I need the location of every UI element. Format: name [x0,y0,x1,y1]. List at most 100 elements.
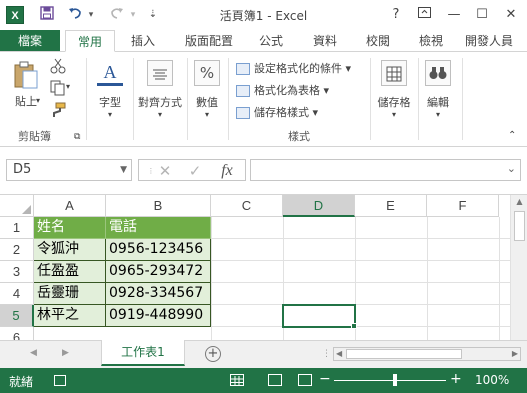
tab-formulas[interactable]: 公式 [251,30,291,52]
tab-review[interactable]: 校閱 [358,30,398,52]
zoom-slider-thumb[interactable] [393,374,397,386]
format-painter-icon[interactable] [50,102,66,118]
column-header-d[interactable]: D [283,195,355,217]
cell-a1[interactable]: 姓名 [34,217,106,239]
active-cell-d5[interactable] [282,304,356,328]
clipboard-launcher-icon[interactable]: ⧉ [74,132,80,142]
ribbon-display-options-button[interactable] [414,5,434,25]
worksheet-grid[interactable]: A B C D E F 1 2 3 4 5 6 姓名 電話 令狐沖 0956-1… [0,194,527,340]
page-break-preview-icon[interactable] [298,374,312,386]
styles-group-label: 樣式 [288,130,310,143]
scroll-left-icon[interactable]: ◀ [336,348,342,360]
row-header-6[interactable]: 6 [0,327,34,340]
formula-bar: D5 ▼ ⋮ ✕ ✓ fx ⌄ [0,147,527,189]
number-button[interactable]: % 數值 ▾ [191,60,223,119]
cut-icon[interactable] [50,58,66,74]
zoom-slider[interactable] [334,380,446,381]
enter-icon[interactable]: ✓ [183,161,207,181]
conditional-formatting-button[interactable]: 設定格式化的條件 ▾ [236,60,351,78]
chevron-down-icon: ▼ [120,165,127,175]
next-sheet-icon[interactable]: ▶ [62,348,69,358]
title-bar: X ▾ ▾ ⇣ 活頁簿1 - Excel ? — ☐ ✕ [0,0,527,30]
tab-developer[interactable]: 開發人員 [465,30,527,52]
sheet-tab-1[interactable]: 工作表1 [101,340,185,366]
page-layout-view-icon[interactable] [268,374,282,386]
insert-function-icon[interactable]: fx [215,161,239,181]
row-header-1[interactable]: 1 [0,217,34,239]
row-header-3[interactable]: 3 [0,261,34,283]
font-icon: A [97,60,123,86]
cell-a2[interactable]: 令狐沖 [34,239,106,261]
cell-b1[interactable]: 電話 [106,217,211,239]
conditional-formatting-label: 設定格式化的條件 [254,62,342,75]
column-header-f[interactable]: F [427,195,499,217]
column-header-b[interactable]: B [106,195,211,217]
normal-view-icon[interactable] [230,374,244,386]
ribbon: 貼上 ▾ ▾ 剪貼簿 ⧉ A 字型 ▾ 對齊方式 ▾ % 數值 ▾ 設定格式化的… [0,51,527,147]
cancel-icon[interactable]: ✕ [153,161,177,181]
copy-icon[interactable] [50,80,66,96]
column-header-c[interactable]: C [211,195,283,217]
cells-dropdown-icon: ▾ [391,110,396,119]
formula-input[interactable]: ⌄ [250,159,521,181]
vertical-scroll-thumb[interactable] [514,211,525,241]
tab-insert[interactable]: 插入 [122,30,164,52]
fill-handle[interactable] [351,323,357,329]
format-as-table-button[interactable]: 格式化為表格 ▾ [236,82,329,100]
cells-button[interactable]: 儲存格 ▾ [374,60,414,119]
cell-a5[interactable]: 林平之 [34,305,106,327]
alignment-icon [147,60,173,86]
tab-file[interactable]: 檔案 [0,30,60,52]
add-sheet-icon[interactable]: + [205,346,221,362]
editing-dropdown-icon: ▾ [435,110,440,119]
cell-b2[interactable]: 0956-123456 [106,239,211,261]
format-as-table-icon [236,85,250,97]
cell-b3[interactable]: 0965-293472 [106,261,211,283]
horizontal-scrollbar[interactable]: ◀ ▶ [333,347,521,361]
alignment-button[interactable]: 對齊方式 ▾ [136,60,184,119]
tab-split-grip-icon[interactable]: ⋮ [322,349,331,359]
editing-button[interactable]: 編輯 ▾ [422,60,454,119]
tab-page-layout[interactable]: 版面配置 [178,30,240,52]
scroll-right-icon[interactable]: ▶ [512,348,518,360]
zoom-level[interactable]: 100% [475,373,509,387]
tab-view[interactable]: 檢視 [411,30,451,52]
cell-a3[interactable]: 任盈盈 [34,261,106,283]
column-header-a[interactable]: A [34,195,106,217]
expand-formula-bar-icon[interactable]: ⌄ [507,162,516,175]
conditional-formatting-icon [236,63,250,75]
zoom-in-button[interactable]: + [450,371,462,387]
collapse-ribbon-icon[interactable]: ⌃ [508,130,516,141]
status-ready: 就緒 [9,375,34,389]
zoom-out-button[interactable]: − [319,371,331,387]
previous-sheet-icon[interactable]: ◀ [30,348,37,358]
name-box[interactable]: D5 ▼ [6,159,132,181]
horizontal-scroll-thumb[interactable] [346,349,462,359]
scroll-up-icon[interactable]: ▲ [511,197,527,206]
tab-data[interactable]: 資料 [305,30,345,52]
percent-icon: % [194,60,220,86]
row-header-4[interactable]: 4 [0,283,34,305]
number-label: 數值 [196,96,218,109]
minimize-button[interactable]: — [444,5,464,25]
row-header-2[interactable]: 2 [0,239,34,261]
copy-dropdown-icon[interactable]: ▾ [66,82,70,91]
row-header-5[interactable]: 5 [0,305,34,327]
close-button[interactable]: ✕ [501,5,521,25]
font-button[interactable]: A 字型 ▾ [94,60,126,119]
format-as-table-label: 格式化為表格 [254,84,320,97]
cell-a4[interactable]: 岳靈珊 [34,283,106,305]
cell-b4[interactable]: 0928-334567 [106,283,211,305]
cell-b5[interactable]: 0919-448990 [106,305,211,327]
paste-icon [14,61,38,89]
tab-home[interactable]: 常用 [65,30,115,52]
vertical-scrollbar[interactable]: ▲ [510,195,527,340]
select-all-button[interactable] [0,195,34,217]
cell-styles-button[interactable]: 儲存格樣式 ▾ [236,104,318,122]
paste-dropdown-icon[interactable]: ▾ [36,96,40,105]
maximize-button[interactable]: ☐ [472,5,492,25]
column-header-e[interactable]: E [355,195,427,217]
macro-recording-icon[interactable] [54,375,66,386]
font-dropdown-icon: ▾ [107,110,112,119]
help-button[interactable]: ? [386,5,406,25]
